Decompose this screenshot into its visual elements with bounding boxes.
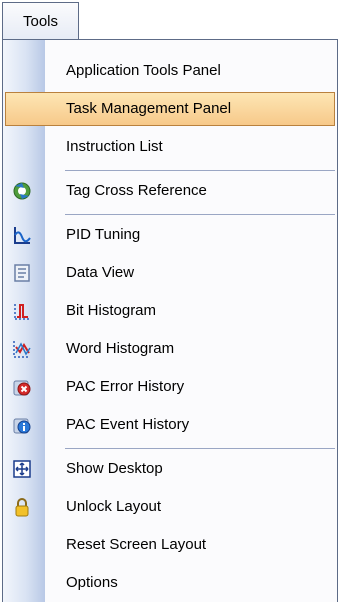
menu-item-label: Bit Histogram: [66, 302, 157, 319]
pac-event-history-icon: [12, 415, 32, 435]
menu-item-show-desktop[interactable]: Show Desktop: [3, 451, 337, 487]
data-view-icon: [12, 263, 32, 283]
bit-histogram-icon: [12, 301, 32, 321]
menu-separator: [65, 170, 335, 171]
tag-cross-reference-icon: [12, 181, 32, 201]
menu-separator: [65, 448, 335, 449]
menu-item-reset-screen-layout[interactable]: Reset Screen Layout: [3, 527, 337, 563]
tools-dropdown-menu: Application Tools Panel Task Management …: [2, 39, 338, 602]
menu-item-label: PAC Event History: [66, 416, 190, 433]
menu-item-label: Unlock Layout: [66, 498, 162, 515]
menu-item-label: Show Desktop: [66, 460, 163, 477]
menu-item-label: Data View: [66, 264, 135, 281]
menu-tools-label: Tools: [22, 13, 59, 30]
menu-item-tag-cross-reference[interactable]: Tag Cross Reference: [3, 173, 337, 209]
pid-tuning-icon: [12, 225, 32, 245]
menu-item-label: PAC Error History: [66, 378, 185, 395]
menu-item-application-tools-panel[interactable]: Application Tools Panel: [3, 53, 337, 89]
menu-item-label: PID Tuning: [66, 226, 141, 243]
menu-item-label: Word Histogram: [66, 340, 175, 357]
menu-item-pac-event-history[interactable]: PAC Event History: [3, 407, 337, 443]
menu-item-word-histogram[interactable]: Word Histogram: [3, 331, 337, 367]
menu-item-label: Options: [66, 574, 118, 591]
menu-tools[interactable]: Tools: [2, 2, 79, 40]
menu-separator: [65, 214, 335, 215]
menu-item-instruction-list[interactable]: Instruction List: [3, 129, 337, 165]
word-histogram-icon: [12, 339, 32, 359]
show-desktop-icon: [12, 459, 32, 479]
menu-item-options[interactable]: Options: [3, 565, 337, 601]
menu-item-label: Tag Cross Reference: [66, 182, 207, 199]
menu-item-pid-tuning[interactable]: PID Tuning: [3, 217, 337, 253]
menu-item-label: Task Management Panel: [66, 100, 232, 117]
menu-item-label: Instruction List: [66, 138, 163, 155]
menu-item-bit-histogram[interactable]: Bit Histogram: [3, 293, 337, 329]
menu-item-label: Reset Screen Layout: [66, 536, 207, 553]
menu-bar: Tools: [0, 0, 342, 40]
pac-error-history-icon: [12, 377, 32, 397]
lock-icon: [12, 497, 32, 517]
menu-item-data-view[interactable]: Data View: [3, 255, 337, 291]
menu-item-pac-error-history[interactable]: PAC Error History: [3, 369, 337, 405]
menu-item-task-management-panel[interactable]: Task Management Panel: [3, 91, 337, 127]
menu-item-unlock-layout[interactable]: Unlock Layout: [3, 489, 337, 525]
menu-item-label: Application Tools Panel: [66, 62, 221, 79]
